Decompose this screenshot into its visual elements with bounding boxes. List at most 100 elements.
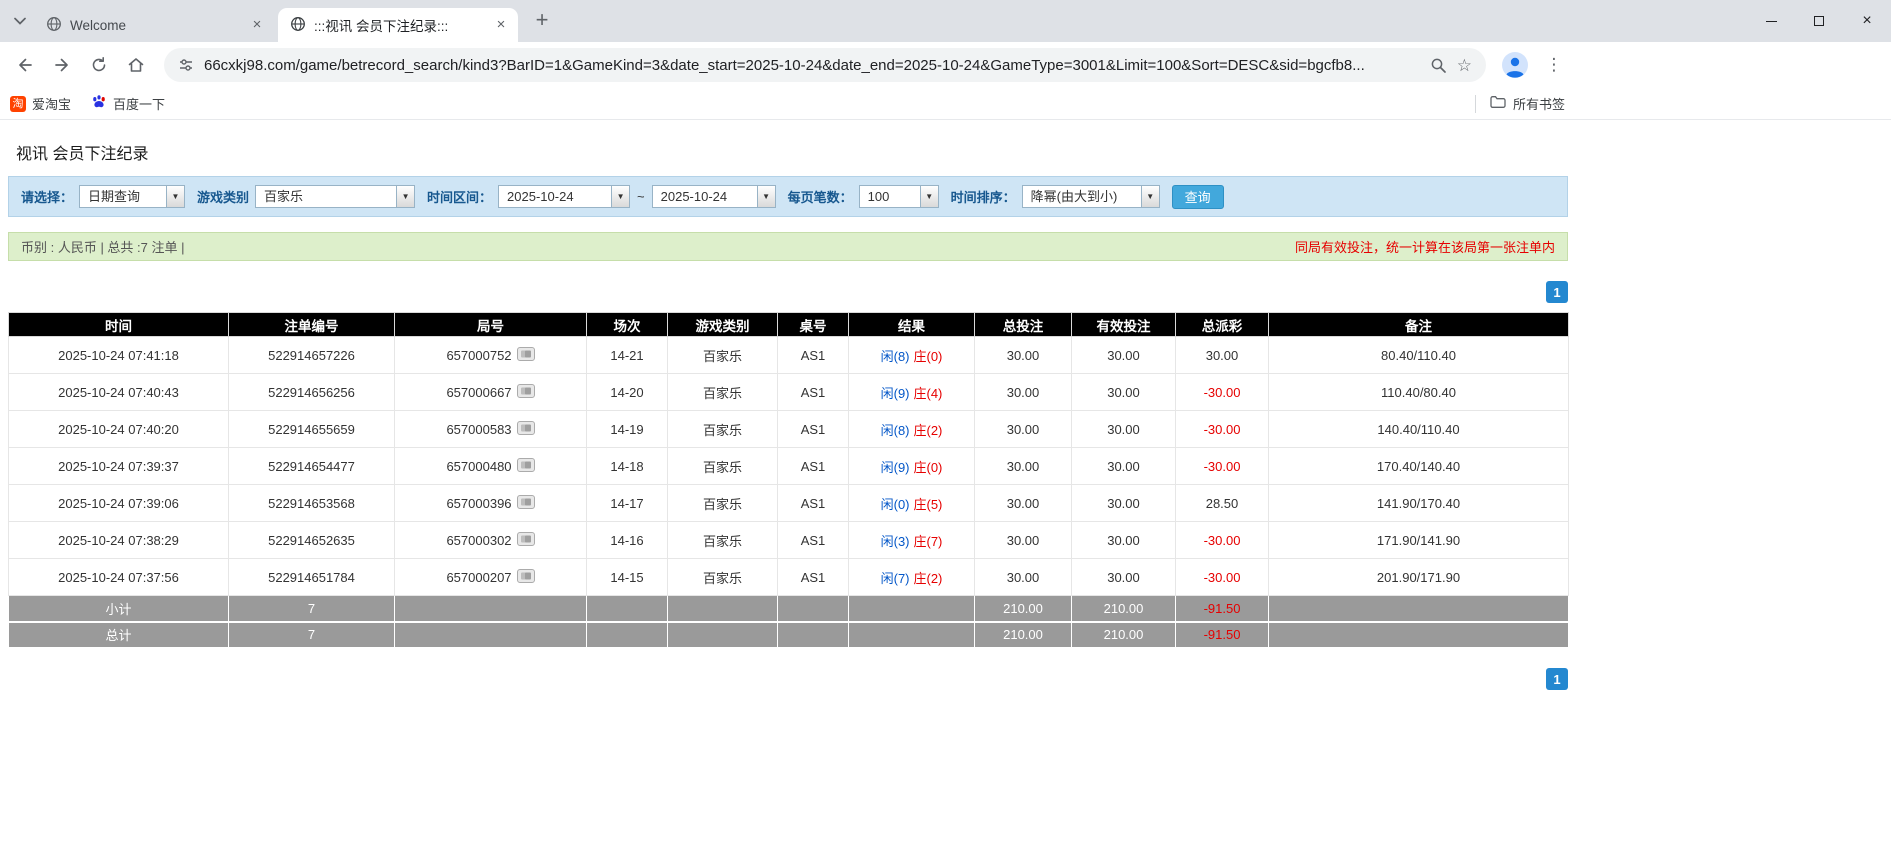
bookmark-baidu[interactable]: 百度一下 (91, 94, 165, 113)
round-detail-icon[interactable] (517, 421, 535, 438)
cell-valid-bet: 30.00 (1072, 374, 1176, 411)
cell-total-bet-link[interactable]: 30.00 (975, 485, 1072, 522)
cell-payout: -30.00 (1176, 411, 1269, 448)
minimize-button[interactable] (1747, 0, 1795, 42)
refresh-button[interactable] (84, 50, 114, 80)
chevron-down-icon[interactable]: ▼ (920, 186, 938, 207)
chevron-down-icon[interactable]: ▼ (611, 186, 629, 207)
game-type-select[interactable]: 百家乐 ▼ (255, 185, 415, 208)
cell-result: 闲(9) 庄(0) (849, 448, 975, 485)
cell-table: AS1 (778, 522, 849, 559)
result-banker: 庄(2) (914, 423, 943, 438)
round-detail-icon[interactable] (517, 458, 535, 475)
pagination-top: 1 (8, 281, 1568, 303)
cell-remark: 141.90/170.40 (1269, 485, 1569, 522)
filter-mode-select[interactable]: 日期查询 ▼ (79, 185, 185, 208)
url-bar[interactable]: 66cxkj98.com/game/betrecord_search/kind3… (164, 48, 1486, 82)
cell-game-type: 百家乐 (668, 485, 778, 522)
bookmark-aitaobao[interactable]: 淘 爱淘宝 (10, 94, 71, 113)
site-settings-tune-icon[interactable] (178, 57, 194, 73)
cell-session: 14-16 (587, 522, 668, 559)
cell-table: AS1 (778, 337, 849, 374)
round-detail-icon[interactable] (517, 569, 535, 586)
cell-bet-id: 522914654477 (229, 448, 395, 485)
cell-payout: -30.00 (1176, 559, 1269, 596)
tab-close-icon[interactable]: × (492, 16, 510, 34)
table-row: 2025-10-24 07:40:43 522914656256 6570006… (9, 374, 1569, 411)
new-tab-button[interactable]: + (528, 7, 556, 35)
subtotal-label: 小计 (9, 596, 229, 622)
profile-avatar[interactable] (1502, 52, 1528, 78)
cell-payout: 30.00 (1176, 337, 1269, 374)
cell-total-bet-link[interactable]: 30.00 (975, 411, 1072, 448)
subtotal-total-bet: 210.00 (975, 596, 1072, 622)
pagination-bottom: 1 (8, 668, 1568, 690)
cell-game-type: 百家乐 (668, 411, 778, 448)
column-header-result: 结果 (849, 313, 975, 337)
bookmarks-divider (1475, 95, 1476, 113)
result-player: 闲(3) (881, 534, 910, 549)
cell-result: 闲(8)庄(2) (849, 411, 975, 448)
total-payout: -91.50 (1176, 622, 1269, 648)
bookmark-star-icon[interactable]: ☆ (1457, 57, 1472, 74)
result-banker: 庄(0) (914, 460, 943, 475)
cell-valid-bet: 30.00 (1072, 559, 1176, 596)
zoom-icon[interactable] (1430, 57, 1447, 74)
back-button[interactable] (10, 50, 40, 80)
round-detail-icon[interactable] (517, 532, 535, 549)
date-start-select[interactable]: 2025-10-24 ▼ (498, 185, 630, 208)
filter-mode-label: 请选择： (21, 187, 73, 206)
browser-menu-icon[interactable]: ⋮ (1542, 55, 1566, 75)
cell-session: 14-21 (587, 337, 668, 374)
table-row: 2025-10-24 07:39:37 522914654477 6570004… (9, 448, 1569, 485)
round-detail-icon[interactable] (517, 347, 535, 364)
tab-welcome[interactable]: Welcome × (34, 8, 274, 42)
date-end-select[interactable]: 2025-10-24 ▼ (652, 185, 776, 208)
tab-search-chevron-icon[interactable] (6, 7, 34, 35)
forward-button[interactable] (47, 50, 77, 80)
round-detail-icon[interactable] (517, 384, 535, 401)
chevron-down-icon[interactable]: ▼ (1141, 186, 1159, 207)
cell-total-bet-link[interactable]: 30.00 (975, 337, 1072, 374)
tab-close-icon[interactable]: × (248, 16, 266, 34)
valid-bet-note-text: 同局有效投注，统一计算在该局第一张注单内 (1295, 237, 1555, 256)
cell-total-bet-link[interactable]: 30.00 (975, 374, 1072, 411)
tab-title: Welcome (70, 18, 240, 33)
pagination-page-button[interactable]: 1 (1546, 281, 1568, 303)
chevron-down-icon[interactable]: ▼ (166, 186, 184, 207)
url-text: 66cxkj98.com/game/betrecord_search/kind3… (204, 57, 1420, 74)
cell-round: 657000667 (395, 374, 587, 411)
search-button[interactable]: 查询 (1172, 185, 1224, 209)
cell-session: 14-15 (587, 559, 668, 596)
round-detail-icon[interactable] (517, 495, 535, 512)
cell-payout: -30.00 (1176, 374, 1269, 411)
round-number: 657000583 (446, 422, 511, 437)
cell-total-bet-link[interactable]: 30.00 (975, 559, 1072, 596)
home-button[interactable] (121, 50, 151, 80)
chevron-down-icon[interactable]: ▼ (757, 186, 775, 207)
cell-game-type: 百家乐 (668, 374, 778, 411)
cell-valid-bet: 30.00 (1072, 337, 1176, 374)
cell-remark: 140.40/110.40 (1269, 411, 1569, 448)
cell-result: 闲(0)庄(5) (849, 485, 975, 522)
pagination-page-button[interactable]: 1 (1546, 668, 1568, 690)
table-header-row: 时间 注单编号 局号 场次 游戏类别 桌号 结果 总投注 有效投注 总派彩 备注 (9, 313, 1569, 337)
page-title: 视讯 会员下注纪录 (0, 120, 1576, 164)
cell-total-bet-link[interactable]: 30.00 (975, 448, 1072, 485)
cell-result: 闲(8)庄(0) (849, 337, 975, 374)
cell-session: 14-20 (587, 374, 668, 411)
all-bookmarks[interactable]: 所有书签 (1475, 94, 1565, 113)
total-count: 7 (229, 622, 395, 648)
maximize-button[interactable] (1795, 0, 1843, 42)
cell-total-bet-link[interactable]: 30.00 (975, 522, 1072, 559)
table-row: 2025-10-24 07:41:18 522914657226 6570007… (9, 337, 1569, 374)
chevron-down-icon[interactable]: ▼ (396, 186, 414, 207)
cell-bet-id: 522914655659 (229, 411, 395, 448)
close-button[interactable]: × (1843, 0, 1891, 42)
date-range-label: 时间区间： (427, 187, 492, 206)
page-size-select[interactable]: 100 ▼ (859, 185, 939, 208)
result-banker: 庄(4) (914, 386, 943, 401)
sort-order-select[interactable]: 降幂(由大到小) ▼ (1022, 185, 1160, 208)
result-player: 闲(9) (881, 460, 910, 475)
tab-betrecord[interactable]: :::视讯 会员下注纪录::: × (278, 8, 518, 42)
